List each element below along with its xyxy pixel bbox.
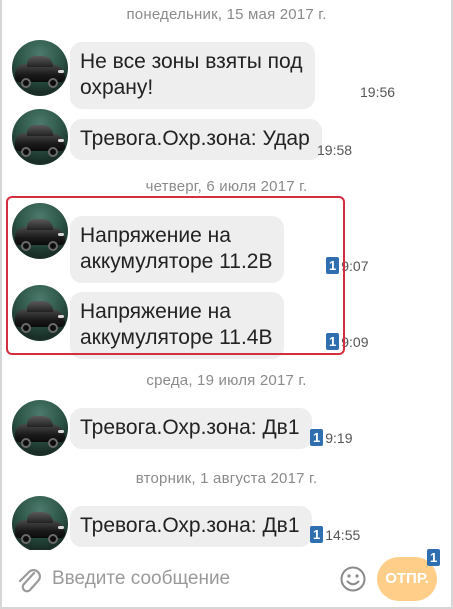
unread-badge: 1 <box>310 429 324 446</box>
message-bubble[interactable]: Тревога.Охр.зона: Дв1 <box>70 506 312 547</box>
date-separator: четверг, 6 июля 2017 г. <box>145 178 308 195</box>
send-badge: 1 <box>427 549 441 566</box>
message-text-line: Тревога.Охр.зона: Дв1 <box>80 416 300 439</box>
message-input[interactable]: Введите сообщение <box>52 568 230 590</box>
smiley-icon[interactable] <box>339 565 367 593</box>
message-bubble[interactable]: Тревога.Охр.зона: Дв1 <box>70 408 312 449</box>
selection-highlight <box>6 196 345 355</box>
message-time: 1 9:19 <box>310 429 352 446</box>
avatar[interactable] <box>12 400 68 456</box>
date-separator: понедельник, 15 мая 2017 г. <box>126 6 327 23</box>
chat-history[interactable]: понедельник, 15 мая 2017 г. Не все зоны … <box>0 0 453 550</box>
paperclip-icon[interactable] <box>16 566 42 594</box>
message-text-line: охрану! <box>80 76 154 99</box>
message-text-line: Тревога.Охр.зона: Удар <box>80 127 310 150</box>
date-separator: среда, 19 июля 2017 г. <box>146 372 307 389</box>
avatar[interactable] <box>12 40 68 96</box>
message-time: 19:58 <box>317 142 353 158</box>
avatar[interactable] <box>12 109 68 165</box>
message-text-line: Не все зоны взяты под <box>80 50 303 73</box>
unread-badge: 1 <box>310 526 324 543</box>
message-bubble[interactable]: Тревога.Охр.зона: Удар <box>70 119 322 160</box>
avatar[interactable] <box>12 496 68 550</box>
message-time: 1 14:55 <box>310 526 360 543</box>
message-bubble[interactable]: Не все зоны взяты под охрану! <box>70 42 315 109</box>
message-text-line: Тревога.Охр.зона: Дв1 <box>80 514 300 537</box>
date-separator: вторник, 1 августа 2017 г. <box>135 470 318 487</box>
message-time: 19:56 <box>360 84 396 100</box>
